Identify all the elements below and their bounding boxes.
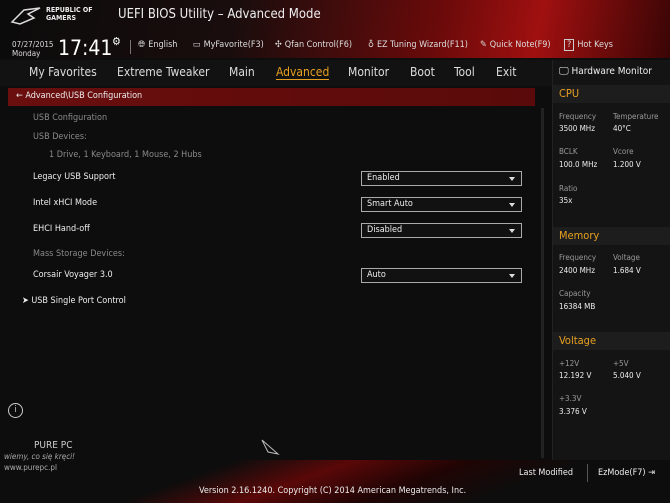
usb-devices-value: 1 Drive, 1 Keyboard, 1 Mouse, 2 Hubs: [49, 150, 202, 160]
cpu-frequency-label: Frequency: [559, 112, 597, 121]
main-nav: My Favorites Extreme Tweaker Main Advanc…: [0, 60, 552, 86]
v5-label: +5V: [613, 359, 629, 368]
note-icon: ✎: [480, 40, 487, 50]
brand: REPUBLIC OF GAMERS: [46, 6, 93, 22]
xhci-mode-select[interactable]: Smart Auto: [361, 197, 522, 212]
ratio: 35x: [559, 196, 573, 205]
v12: 12.192 V: [559, 371, 592, 380]
tab-my-favorites[interactable]: My Favorites: [29, 65, 97, 79]
favorite-icon: ▭: [193, 40, 201, 50]
v33: 3.376 V: [559, 407, 587, 416]
monitor-icon: 🖵︎: [559, 66, 572, 77]
exit-icon: ⇥: [645, 468, 655, 478]
scrollbar[interactable]: [541, 108, 544, 458]
section-usb-configuration: USB Configuration: [33, 113, 108, 123]
ehci-handoff-select[interactable]: Disabled: [361, 223, 522, 238]
hardware-monitor: 🖵︎ Hardware Monitor CPU Frequency 3500 M…: [552, 60, 670, 460]
xhci-mode-label: Intel xHCI Mode: [33, 198, 98, 208]
corsair-voyager-select[interactable]: Auto: [361, 268, 522, 283]
capacity-label: Capacity: [559, 289, 591, 298]
gear-icon[interactable]: ⚙: [112, 35, 121, 48]
chevron-right-icon: ➤: [22, 296, 32, 306]
rog-logo-icon: [10, 7, 41, 25]
watermark: PURE PC wiemy, co się kręci! www.purepc.pl: [4, 440, 76, 472]
voltage-heading: Voltage: [553, 332, 670, 350]
capacity: 16384 MB: [559, 302, 596, 311]
v33-label: +3.3V: [559, 394, 582, 403]
app-title: UEFI BIOS Utility – Advanced Mode: [118, 7, 321, 22]
header: REPUBLIC OF GAMERS UEFI BIOS Utility – A…: [0, 0, 670, 60]
usb-devices-label: USB Devices:: [33, 132, 87, 142]
qfan-button[interactable]: ✣ Qfan Control(F6): [275, 40, 352, 50]
bclk-label: BCLK: [559, 147, 578, 156]
clock: 17:41: [58, 36, 113, 60]
v12-label: +12V: [559, 359, 580, 368]
mem-voltage: 1.684 V: [613, 266, 641, 275]
help-icon: ?: [564, 39, 575, 51]
usb-single-port-control[interactable]: ➤ USB Single Port Control: [22, 296, 126, 306]
version-text: Version 2.16.1240. Copyright (C) 2014 Am…: [199, 486, 467, 496]
legacy-usb-select[interactable]: Enabled: [361, 171, 522, 186]
cpu-frequency: 3500 MHz: [559, 124, 595, 133]
ehci-handoff-label: EHCI Hand-off: [33, 224, 90, 234]
last-modified-button[interactable]: Last Modified: [519, 468, 573, 478]
back-arrow-icon[interactable]: ←: [16, 91, 25, 101]
tab-advanced[interactable]: Advanced: [276, 65, 330, 80]
divider: [587, 464, 588, 482]
tab-extreme-tweaker[interactable]: Extreme Tweaker: [117, 65, 209, 79]
breadcrumb[interactable]: ← Advanced\USB Configuration: [8, 88, 535, 106]
tab-boot[interactable]: Boot: [410, 65, 435, 79]
hardware-monitor-title: 🖵︎ Hardware Monitor: [559, 66, 652, 77]
tab-main[interactable]: Main: [229, 65, 255, 79]
myfavorite-button[interactable]: ▭ MyFavorite(F3): [193, 40, 264, 50]
vcore: 1.200 V: [613, 160, 641, 169]
fan-icon: ✣: [275, 40, 282, 50]
cursor-icon: [261, 439, 280, 455]
tab-exit[interactable]: Exit: [496, 65, 516, 79]
v5: 5.040 V: [613, 371, 641, 380]
corsair-voyager-label: Corsair Voyager 3.0: [33, 270, 113, 280]
cpu-heading: CPU: [553, 85, 670, 103]
globe-icon: 🌐︎: [138, 40, 146, 50]
bclk: 100.0 MHz: [559, 160, 598, 169]
divider: [130, 40, 131, 54]
ez-tuning-button[interactable]: ♁ EZ Tuning Wizard(F11): [368, 40, 468, 50]
tab-tool[interactable]: Tool: [454, 65, 475, 79]
hot-keys-button[interactable]: ? Hot Keys: [564, 39, 613, 51]
mem-frequency: 2400 MHz: [559, 266, 595, 275]
tab-monitor[interactable]: Monitor: [348, 65, 389, 79]
mass-storage-label: Mass Storage Devices:: [33, 249, 125, 259]
vcore-label: Vcore: [613, 147, 634, 156]
ezmode-button[interactable]: EzMode(F7) ⇥: [598, 468, 655, 478]
language-button[interactable]: 🌐︎ English: [138, 40, 177, 50]
date: 07/27/2015 Monday: [12, 40, 54, 58]
ratio-label: Ratio: [559, 184, 578, 193]
cpu-temp-label: Temperature: [613, 112, 659, 121]
cpu-temp: 40°C: [613, 124, 631, 133]
quick-note-button[interactable]: ✎ Quick Note(F9): [480, 40, 551, 50]
legacy-usb-label: Legacy USB Support: [33, 172, 116, 182]
info-icon[interactable]: i: [8, 403, 23, 418]
mem-voltage-label: Voltage: [613, 253, 640, 262]
memory-heading: Memory: [553, 227, 670, 245]
footer: Last Modified EzMode(F7) ⇥ Version 2.16.…: [0, 460, 670, 503]
bulb-icon: ♁: [368, 40, 374, 50]
mem-frequency-label: Frequency: [559, 253, 597, 262]
